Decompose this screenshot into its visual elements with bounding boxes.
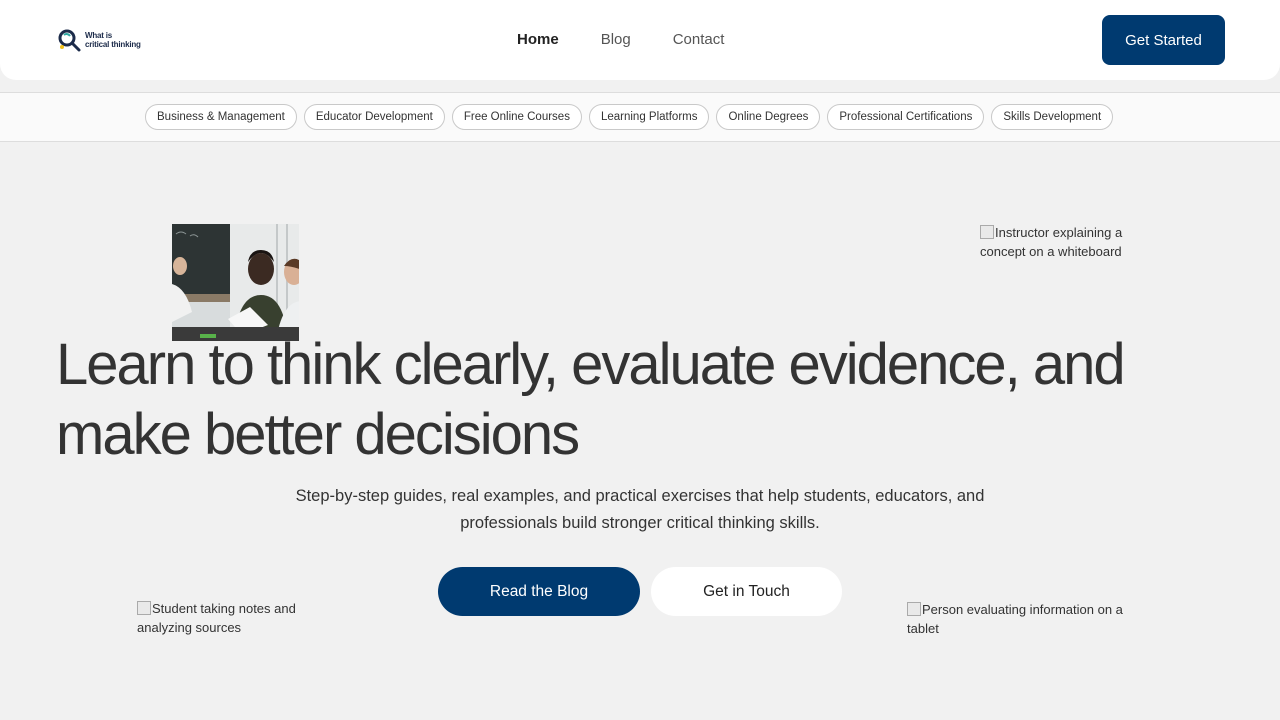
classroom-photo xyxy=(172,224,299,341)
get-started-button[interactable]: Get Started xyxy=(1102,15,1225,65)
logo-line-2: critical thinking xyxy=(85,40,141,49)
site-header: What is critical thinking Home Blog Cont… xyxy=(0,0,1280,80)
classroom-photo-image xyxy=(172,224,299,341)
broken-image-icon xyxy=(907,602,921,616)
nav-home[interactable]: Home xyxy=(517,31,559,48)
main-nav: Home Blog Contact xyxy=(517,31,724,48)
nav-blog[interactable]: Blog xyxy=(601,31,631,48)
category-chip-certifications[interactable]: Professional Certifications xyxy=(827,104,985,130)
broken-image-icon xyxy=(137,601,151,615)
read-blog-button[interactable]: Read the Blog xyxy=(438,567,640,616)
category-chip-free-courses[interactable]: Free Online Courses xyxy=(451,104,582,130)
get-in-touch-button[interactable]: Get in Touch xyxy=(651,567,842,616)
category-chip-platforms[interactable]: Learning Platforms xyxy=(588,104,710,130)
category-bar: Business & Management Educator Developme… xyxy=(0,92,1280,142)
tablet-image-alt: Person evaluating information on a table… xyxy=(907,602,1123,636)
instructor-image: Instructor explaining a concept on a whi… xyxy=(980,223,1125,261)
logo-line-1: What is xyxy=(85,31,113,40)
logo-text: What is critical thinking xyxy=(85,31,141,49)
student-image: Student taking notes and analyzing sourc… xyxy=(137,599,317,637)
tablet-image: Person evaluating information on a table… xyxy=(907,600,1137,638)
student-image-alt: Student taking notes and analyzing sourc… xyxy=(137,601,296,635)
hero-title: Learn to think clearly, evaluate evidenc… xyxy=(56,332,1126,467)
category-chips: Business & Management Educator Developme… xyxy=(145,104,1114,130)
nav-contact[interactable]: Contact xyxy=(673,31,725,48)
instructor-image-alt: Instructor explaining a concept on a whi… xyxy=(980,225,1123,259)
category-chip-skills[interactable]: Skills Development xyxy=(991,104,1114,130)
category-chip-degrees[interactable]: Online Degrees xyxy=(716,104,821,130)
category-chip-business[interactable]: Business & Management xyxy=(145,104,297,130)
site-logo[interactable]: What is critical thinking xyxy=(56,26,146,54)
magnifier-logo-icon xyxy=(58,29,81,52)
broken-image-icon xyxy=(980,225,994,239)
category-chip-educator[interactable]: Educator Development xyxy=(303,104,445,130)
hero-subtitle: Step-by-step guides, real examples, and … xyxy=(295,487,985,532)
